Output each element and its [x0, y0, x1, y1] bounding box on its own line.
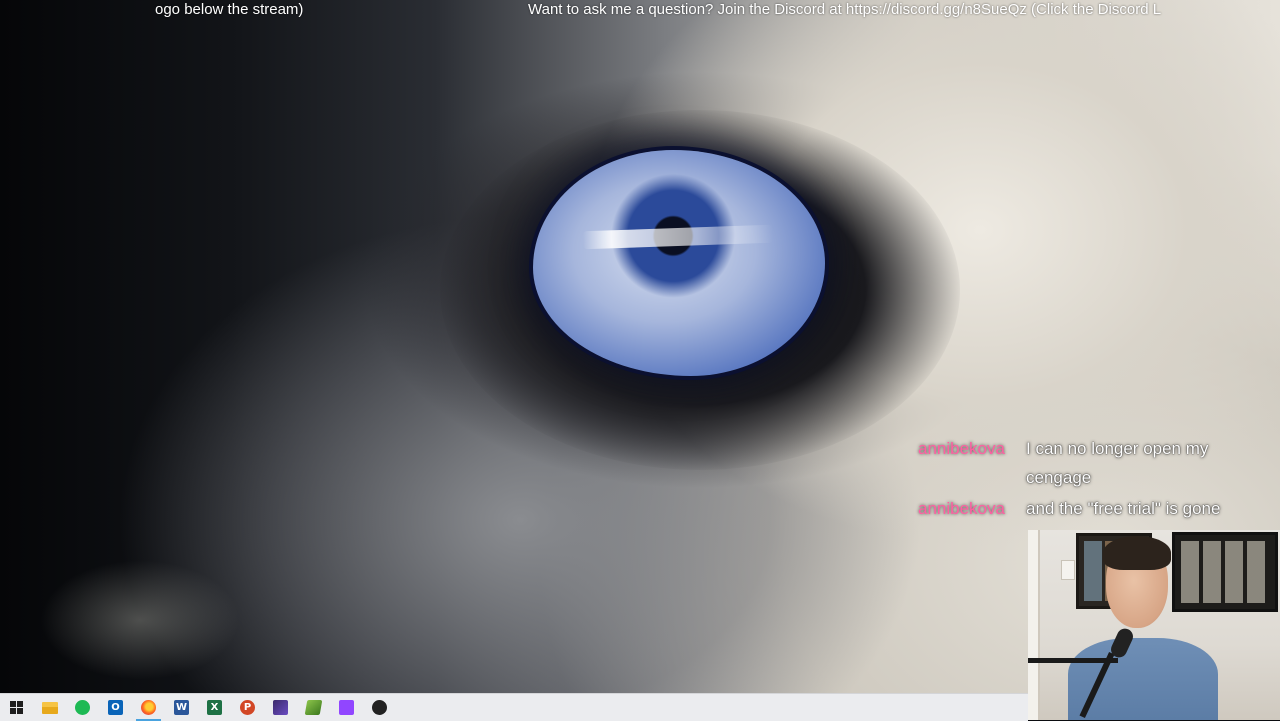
folder-icon: [41, 701, 58, 714]
excel-icon: X: [207, 700, 222, 715]
webcam-person-hair: [1103, 536, 1171, 570]
webcam-feed: [1028, 530, 1280, 720]
word-icon: W: [174, 700, 189, 715]
powerpoint-icon: P: [240, 700, 255, 715]
spotify-icon: [75, 700, 90, 715]
taskbar-outlook[interactable]: O: [99, 694, 132, 721]
firefox-icon: [141, 700, 156, 715]
obs-icon: [372, 700, 387, 715]
taskbar-notepad-plus-plus[interactable]: [297, 694, 330, 721]
davinci-icon: [273, 700, 288, 715]
taskbar-davinci-resolve[interactable]: [264, 694, 297, 721]
taskbar-excel[interactable]: X: [198, 694, 231, 721]
taskbar-twitch[interactable]: [330, 694, 363, 721]
chat-message: annibekova I can no longer open my cenga…: [918, 434, 1268, 492]
taskbar-obs[interactable]: [363, 694, 396, 721]
wallpaper-eye-iris: [533, 150, 825, 376]
webcam-door: [1028, 530, 1040, 720]
notepad-icon: [304, 700, 323, 715]
webcam-light-switch: [1061, 560, 1075, 580]
chat-text: I can no longer open my cengage: [1026, 439, 1209, 487]
taskbar: O W X P: [0, 693, 1028, 721]
taskbar-powerpoint[interactable]: P: [231, 694, 264, 721]
ticker-right-text: Want to ask me a question? Join the Disc…: [528, 1, 1162, 18]
taskbar-firefox[interactable]: [132, 694, 165, 721]
chat-overlay: annibekova I can no longer open my cenga…: [918, 434, 1268, 525]
chat-message: annibekova and the "free trial" is gone: [918, 494, 1268, 523]
outlook-icon: O: [108, 700, 123, 715]
ticker-left-text: ogo below the stream): [155, 1, 304, 18]
stream-ticker: ogo below the stream) Want to ask me a q…: [0, 0, 1280, 20]
wallpaper-snow: [40, 560, 240, 680]
chat-username: annibekova: [918, 499, 1005, 518]
chat-text: and the "free trial" is gone: [1026, 499, 1221, 518]
webcam-picture-frame: [1172, 532, 1278, 612]
windows-icon: [9, 700, 24, 715]
taskbar-word[interactable]: W: [165, 694, 198, 721]
twitch-icon: [339, 700, 354, 715]
webcam-person-body: [1068, 638, 1218, 720]
taskbar-spotify[interactable]: [66, 694, 99, 721]
start-button[interactable]: [0, 694, 33, 721]
chat-username: annibekova: [918, 439, 1005, 458]
taskbar-file-explorer[interactable]: [33, 694, 66, 721]
